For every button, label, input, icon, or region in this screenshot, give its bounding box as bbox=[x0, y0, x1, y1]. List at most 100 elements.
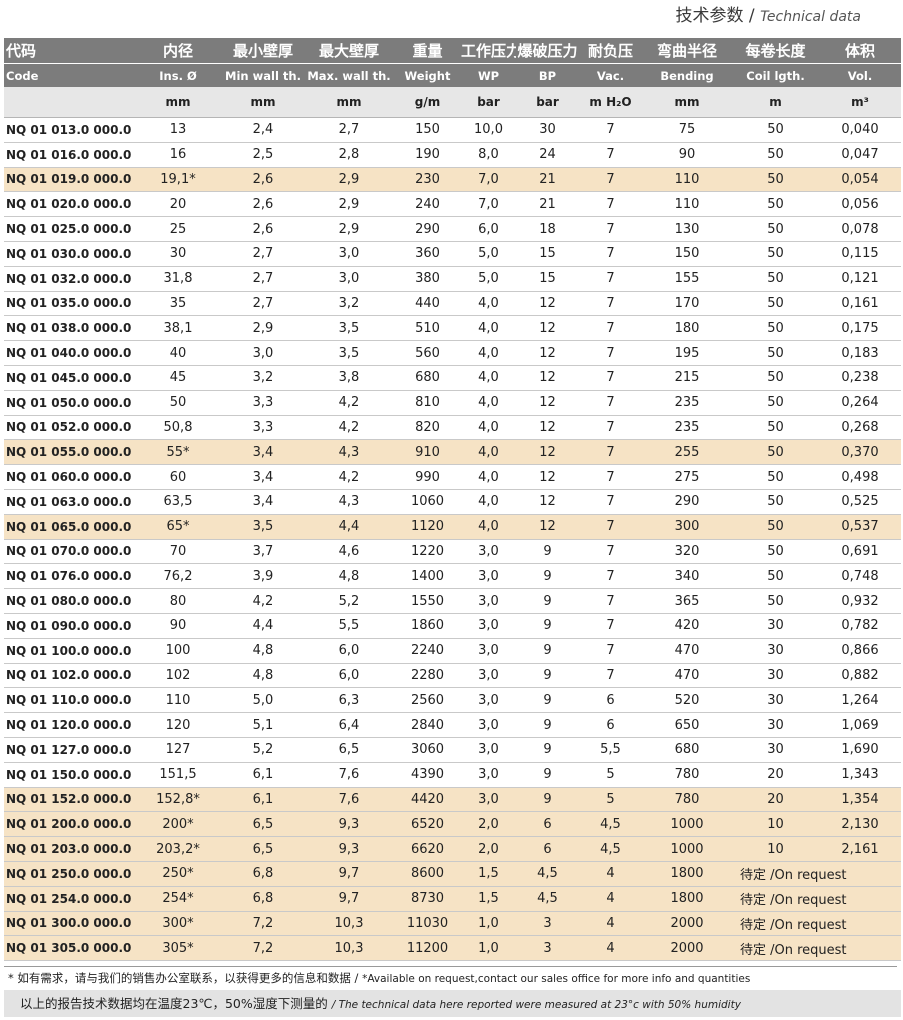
header-cell bbox=[4, 87, 134, 118]
table-cell: 1220 bbox=[394, 539, 461, 565]
table-row: NQ 01 025.0 000.0 25 2,6 2,9 290 6,0 18 7 130 50 0… bbox=[4, 216, 901, 242]
table-cell: 50 bbox=[732, 365, 819, 391]
table-cell: 50 bbox=[134, 390, 222, 416]
table-cell: 5,1 bbox=[222, 712, 304, 738]
table-row: NQ 01 150.0 000.0 151,5 6,1 7,6 4390 3,0 9 5 780… bbox=[4, 762, 901, 788]
table-cell: 2,7 bbox=[222, 291, 304, 317]
header-cell: Vol. bbox=[819, 63, 901, 87]
table-cell: 15 bbox=[516, 241, 579, 267]
table-cell: 7 bbox=[579, 415, 642, 441]
table-cell: 4,2 bbox=[304, 390, 394, 416]
table-row: NQ 01 203.0 000.0 203,2* 6,5 9,3 6620 2,0 6 4,5… bbox=[4, 836, 901, 862]
table-cell: 1,5 bbox=[461, 861, 516, 887]
table-cell: 1000 bbox=[642, 811, 732, 838]
table-cell: 9 bbox=[516, 663, 579, 689]
table-cell: 3,4 bbox=[222, 489, 304, 515]
table-cell: 7 bbox=[579, 365, 642, 391]
product-code-cell: NQ 01 019.0 000.0 bbox=[4, 167, 134, 193]
table-cell: 11200 bbox=[394, 935, 461, 962]
product-code-cell: NQ 01 040.0 000.0 bbox=[4, 340, 134, 366]
table-cell: 275 bbox=[642, 464, 732, 490]
table-cell: 3,2 bbox=[222, 365, 304, 391]
table-cell: 300 bbox=[642, 514, 732, 540]
table-cell: 6,8 bbox=[222, 886, 304, 912]
header-cell: m bbox=[732, 87, 819, 118]
table-cell: 4 bbox=[579, 861, 642, 887]
table-cell: 680 bbox=[642, 737, 732, 763]
table-cell: 9 bbox=[516, 787, 579, 813]
product-code-cell: NQ 01 254.0 000.0 bbox=[4, 886, 134, 912]
table-cell: 820 bbox=[394, 415, 461, 441]
table-cell: 50,8 bbox=[134, 415, 222, 441]
table-cell: 4420 bbox=[394, 787, 461, 813]
table-cell: 1,5 bbox=[461, 886, 516, 912]
table-cell: 3,0 bbox=[461, 563, 516, 590]
product-code-cell: NQ 01 203.0 000.0 bbox=[4, 836, 134, 862]
table-cell: 3 bbox=[516, 911, 579, 937]
table-cell: 50 bbox=[732, 291, 819, 317]
table-cell: 3,5 bbox=[222, 514, 304, 540]
table-row: NQ 01 300.0 000.0 300* 7,2 10,3 11030 1,0 3 4 20… bbox=[4, 911, 901, 937]
table-cell: 7 bbox=[579, 340, 642, 366]
table-cell: 1400 bbox=[394, 563, 461, 590]
table-cell: 300* bbox=[134, 911, 222, 937]
table-cell: 150 bbox=[642, 241, 732, 267]
table-cell: 1800 bbox=[642, 861, 732, 887]
table-cell: 50 bbox=[732, 241, 819, 267]
table-cell: 3,3 bbox=[222, 390, 304, 416]
header-row-units: mm mm mm g/m bar bar m H₂O mm m m³ bbox=[4, 87, 901, 118]
table-cell: 780 bbox=[642, 762, 732, 788]
table-cell: 3,0 bbox=[461, 663, 516, 689]
table-cell: 50 bbox=[732, 142, 819, 168]
table-cell: 0,238 bbox=[819, 365, 901, 391]
table-row: NQ 01 013.0 000.0 13 2,4 2,7 150 10,0 30 7 75 50 0… bbox=[4, 117, 901, 143]
table-cell: 6,8 bbox=[222, 861, 304, 887]
table-cell: 3,0 bbox=[222, 340, 304, 366]
table-cell: 7 bbox=[579, 117, 642, 143]
table-cell: 63,5 bbox=[134, 489, 222, 515]
table-cell: 2,9 bbox=[304, 167, 394, 193]
table-cell: 0,175 bbox=[819, 315, 901, 342]
table-cell: 4,2 bbox=[304, 415, 394, 441]
table-cell: 5,5 bbox=[304, 613, 394, 639]
table-cell: 2280 bbox=[394, 663, 461, 689]
table-cell: 6 bbox=[579, 687, 642, 714]
table-cell: 12 bbox=[516, 340, 579, 366]
table-cell: 6,3 bbox=[304, 687, 394, 714]
table-cell: 0,047 bbox=[819, 142, 901, 168]
product-code-cell: NQ 01 070.0 000.0 bbox=[4, 539, 134, 565]
table-row: NQ 01 070.0 000.0 70 3,7 4,6 1220 3,0 9 7 320 50 0… bbox=[4, 539, 901, 565]
table-cell: 7 bbox=[579, 613, 642, 639]
table-cell: 255 bbox=[642, 439, 732, 466]
table-cell: 1,690 bbox=[819, 737, 901, 763]
table-cell: 9,3 bbox=[304, 811, 394, 838]
header-cell: mm bbox=[134, 87, 222, 118]
table-row: NQ 01 254.0 000.0 254* 6,8 9,7 8730 1,5 4,5 4 18… bbox=[4, 886, 901, 912]
table-cell: 4,4 bbox=[222, 613, 304, 639]
table-cell: 1,354 bbox=[819, 787, 901, 813]
table-cell: 50 bbox=[732, 588, 819, 614]
table-cell: 45 bbox=[134, 365, 222, 391]
table-cell: 4,2 bbox=[304, 464, 394, 490]
table-cell: 3,9 bbox=[222, 563, 304, 590]
table-cell: 0,782 bbox=[819, 613, 901, 639]
table-cell: 12 bbox=[516, 415, 579, 441]
table-cell: 12 bbox=[516, 464, 579, 490]
table-cell: 2,0 bbox=[461, 811, 516, 838]
table-cell: 170 bbox=[642, 291, 732, 317]
table-cell: 4,0 bbox=[461, 315, 516, 342]
table-cell: 7 bbox=[579, 663, 642, 689]
table-cell: 2,6 bbox=[222, 216, 304, 242]
table-row: NQ 01 120.0 000.0 120 5,1 6,4 2840 3,0 9 6 650 30… bbox=[4, 712, 901, 738]
table-cell: 195 bbox=[642, 340, 732, 366]
table-cell: 230 bbox=[394, 167, 461, 193]
table-cell: 150 bbox=[394, 117, 461, 143]
table-cell: 6,1 bbox=[222, 787, 304, 813]
table-cell: 50 bbox=[732, 167, 819, 193]
table-row: NQ 01 250.0 000.0 250* 6,8 9,7 8600 1,5 4,5 4 18… bbox=[4, 861, 901, 887]
table-cell: 4 bbox=[579, 911, 642, 937]
table-cell: 18 bbox=[516, 216, 579, 242]
header-cell: bar bbox=[461, 87, 516, 118]
table-cell: 12 bbox=[516, 315, 579, 342]
product-code-cell: NQ 01 016.0 000.0 bbox=[4, 142, 134, 168]
